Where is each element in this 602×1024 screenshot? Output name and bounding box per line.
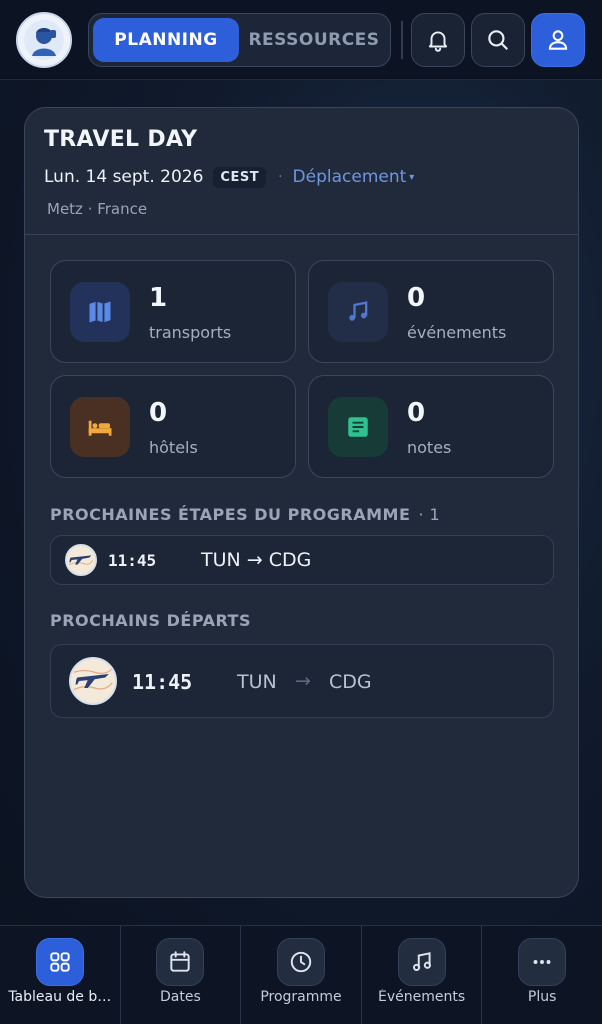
bell-icon bbox=[428, 31, 448, 52]
stat-tile-notes[interactable]: 0 notes bbox=[308, 375, 554, 478]
notifications-button[interactable] bbox=[411, 13, 465, 67]
user-icon bbox=[548, 30, 568, 50]
more-icon bbox=[518, 938, 567, 986]
location-text: Metz · France bbox=[47, 200, 148, 218]
stat-label: transports bbox=[149, 323, 232, 342]
date-text: Lun. 14 sept. 2026 bbox=[44, 167, 204, 187]
day-type-dropdown[interactable]: Déplacement bbox=[293, 167, 407, 187]
tab-ressources[interactable]: RESSOURCES bbox=[241, 18, 387, 62]
section-title-text: PROCHAINES ÉTAPES DU PROGRAMME bbox=[50, 505, 411, 524]
nav-item-dates[interactable]: Dates bbox=[121, 926, 242, 1024]
view-switcher: PLANNING RESSOURCES bbox=[88, 13, 391, 67]
stat-value: 0 bbox=[407, 398, 426, 428]
step-time: 11:45 bbox=[108, 551, 157, 570]
section-count: · 1 bbox=[418, 505, 441, 524]
tab-planning[interactable]: PLANNING bbox=[93, 18, 239, 62]
airplane-icon bbox=[65, 544, 97, 576]
dashboard-icon bbox=[35, 938, 84, 986]
stat-label: hôtels bbox=[149, 438, 198, 457]
stat-tile-hotels[interactable]: 0 hôtels bbox=[50, 375, 296, 478]
calendar-icon bbox=[156, 938, 205, 986]
nav-label: Programme bbox=[260, 989, 342, 1005]
stat-value: 0 bbox=[407, 283, 426, 313]
account-button[interactable] bbox=[531, 13, 585, 67]
nav-item-plus[interactable]: Plus bbox=[482, 926, 602, 1024]
note-icon bbox=[328, 397, 388, 457]
upcoming-step-row[interactable]: 11:45 TUN → CDG bbox=[50, 535, 554, 585]
arrow-right-icon: → bbox=[295, 670, 311, 692]
header-divider bbox=[401, 21, 403, 59]
top-bar: PLANNING RESSOURCES bbox=[0, 0, 602, 80]
departure-time: 11:45 bbox=[132, 670, 193, 694]
bottom-navigation: Tableau de b… Dates Programme Événements… bbox=[0, 925, 602, 1024]
step-route: TUN → CDG bbox=[201, 549, 312, 571]
nav-item-evenements[interactable]: Événements bbox=[362, 926, 483, 1024]
search-icon bbox=[488, 30, 508, 50]
nav-label: Tableau de b… bbox=[8, 989, 112, 1005]
separator-dot: · bbox=[278, 169, 283, 185]
departure-row[interactable]: 11:45 TUN → CDG bbox=[50, 644, 554, 718]
search-button[interactable] bbox=[471, 13, 525, 67]
chevron-down-icon[interactable]: ▾ bbox=[409, 172, 414, 183]
nav-label: Événements bbox=[378, 989, 466, 1005]
map-icon bbox=[70, 282, 130, 342]
timezone-badge: CEST bbox=[213, 166, 267, 188]
stat-label: notes bbox=[407, 438, 452, 457]
departure-destination: CDG bbox=[329, 671, 372, 693]
page-title: TRAVEL DAY bbox=[44, 127, 198, 152]
airplane-icon bbox=[69, 657, 117, 705]
stat-tile-transports[interactable]: 1 transports bbox=[50, 260, 296, 363]
bed-icon bbox=[70, 397, 130, 457]
music-icon bbox=[328, 282, 388, 342]
nav-item-dashboard[interactable]: Tableau de b… bbox=[0, 926, 121, 1024]
nav-item-programme[interactable]: Programme bbox=[241, 926, 362, 1024]
next-departures-heading: PROCHAINS DÉPARTS bbox=[50, 611, 251, 630]
travel-day-card: TRAVEL DAY Lun. 14 sept. 2026 CEST · Dép… bbox=[24, 107, 579, 898]
departure-origin: TUN bbox=[237, 671, 277, 693]
stat-label: événements bbox=[407, 323, 507, 342]
profile-logo[interactable] bbox=[16, 12, 72, 68]
clock-icon bbox=[276, 938, 325, 986]
nav-label: Plus bbox=[527, 989, 557, 1005]
date-line: Lun. 14 sept. 2026 CEST · Déplacement ▾ bbox=[44, 165, 414, 189]
card-header: TRAVEL DAY Lun. 14 sept. 2026 CEST · Dép… bbox=[25, 108, 578, 235]
nav-label: Dates bbox=[160, 989, 201, 1005]
avatar-illustration-icon bbox=[24, 20, 64, 60]
stat-value: 0 bbox=[149, 398, 168, 428]
upcoming-steps-heading: PROCHAINES ÉTAPES DU PROGRAMME · 1 bbox=[50, 505, 440, 524]
music-icon bbox=[397, 938, 446, 986]
stat-value: 1 bbox=[149, 283, 168, 313]
stat-tile-evenements[interactable]: 0 événements bbox=[308, 260, 554, 363]
